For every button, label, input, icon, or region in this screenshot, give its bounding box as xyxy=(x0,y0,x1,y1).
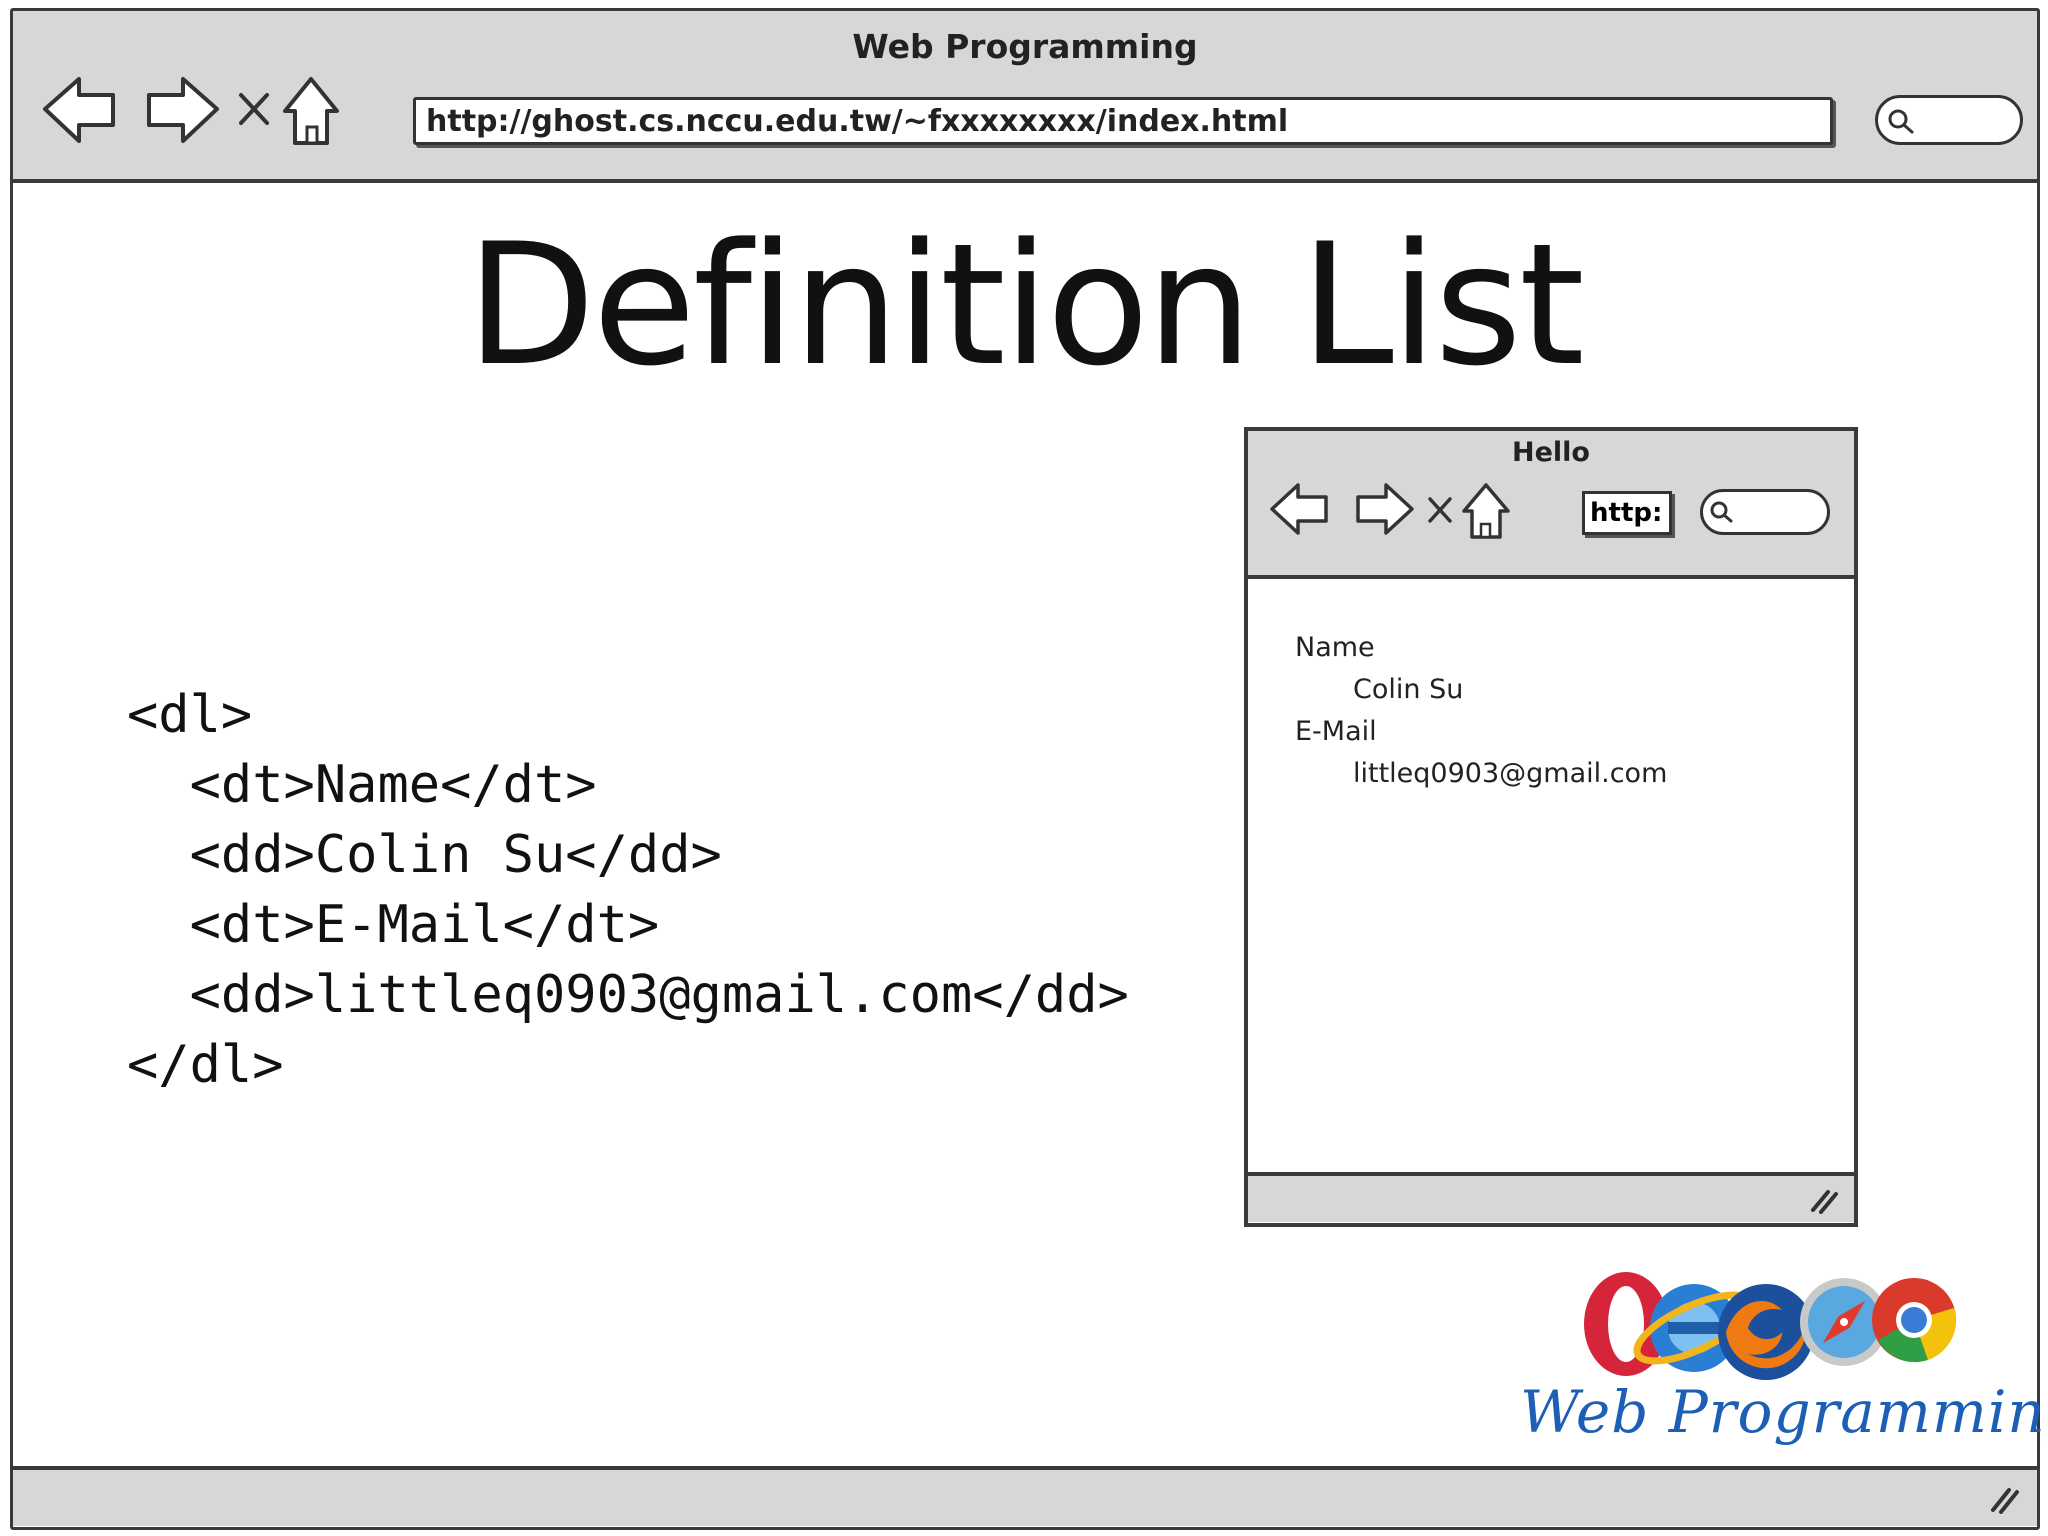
back-arrow-icon[interactable] xyxy=(43,77,115,143)
forward-arrow-icon[interactable] xyxy=(1356,483,1414,535)
preview-status-bar xyxy=(1248,1172,1854,1222)
html-code-sample: <dl> <dt>Name</dt> <dd>Colin Su</dd> <dt… xyxy=(127,685,1129,1095)
firefox-logo-icon xyxy=(1718,1284,1814,1380)
home-icon[interactable] xyxy=(1462,483,1510,539)
preview-search-box[interactable] xyxy=(1700,489,1830,535)
dl-definition-name: Colin Su xyxy=(1353,674,1464,705)
back-arrow-icon[interactable] xyxy=(1270,483,1328,535)
resize-grip-icon[interactable] xyxy=(1808,1186,1840,1214)
address-bar[interactable]: http://ghost.cs.nccu.edu.tw/~fxxxxxxxx/i… xyxy=(413,97,1833,145)
search-icon xyxy=(1710,501,1733,523)
resize-grip-icon[interactable] xyxy=(1987,1484,2021,1514)
slide-title: Definition List xyxy=(466,207,1585,403)
dl-term-name: Name xyxy=(1295,632,1375,663)
stop-icon[interactable] xyxy=(1428,497,1452,523)
nav-buttons xyxy=(43,77,339,145)
window-title: Web Programming xyxy=(852,27,1198,66)
stop-icon[interactable] xyxy=(239,93,269,125)
search-box[interactable] xyxy=(1875,95,2023,145)
search-icon xyxy=(1888,109,1914,134)
dl-term-email: E-Mail xyxy=(1295,716,1377,747)
preview-window-title: Hello xyxy=(1512,437,1590,468)
browser-logos-image xyxy=(1584,1272,1956,1380)
preview-nav-buttons xyxy=(1270,483,1510,539)
dl-definition-email: littleq0903@gmail.com xyxy=(1353,758,1668,789)
browser-toolbar: Web Programming http://ghost.cs.nccu.edu… xyxy=(13,11,2037,183)
home-icon[interactable] xyxy=(283,77,339,145)
chrome-logo-icon xyxy=(1872,1278,1956,1363)
forward-arrow-icon[interactable] xyxy=(147,77,219,143)
preview-address-bar[interactable]: http: xyxy=(1582,491,1672,535)
status-bar xyxy=(13,1466,2037,1526)
preview-browser-toolbar: Hello http: xyxy=(1248,431,1854,579)
brand-logo-text: Web Programming xyxy=(1520,1378,2048,1446)
